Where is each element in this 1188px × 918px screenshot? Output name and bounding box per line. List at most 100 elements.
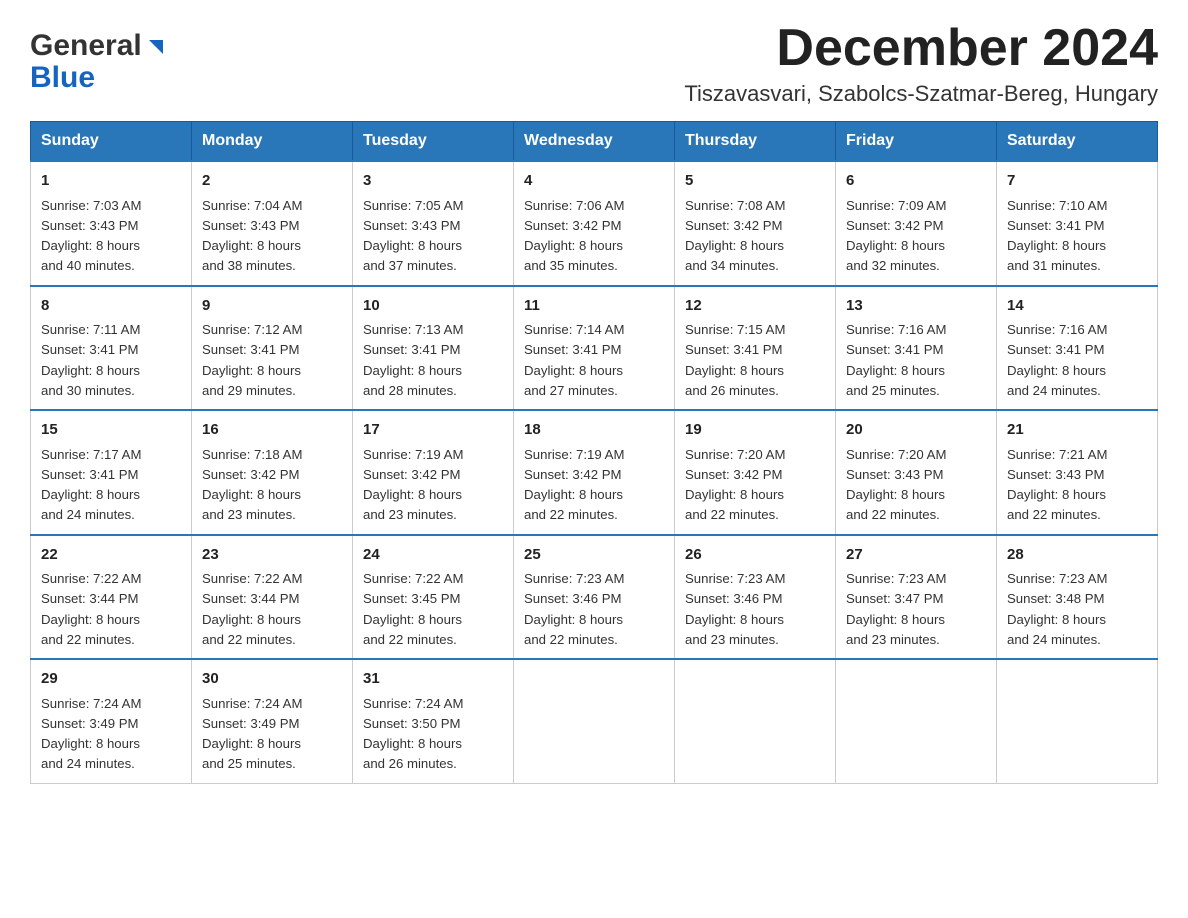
day-number: 12 [685, 295, 825, 318]
col-wednesday: Wednesday [514, 122, 675, 162]
day-number: 25 [524, 544, 664, 567]
day-info: Sunrise: 7:13 AMSunset: 3:41 PMDaylight:… [363, 322, 463, 398]
day-info: Sunrise: 7:03 AMSunset: 3:43 PMDaylight:… [41, 198, 141, 274]
day-number: 8 [41, 295, 181, 318]
day-info: Sunrise: 7:04 AMSunset: 3:43 PMDaylight:… [202, 198, 302, 274]
day-info: Sunrise: 7:24 AMSunset: 3:49 PMDaylight:… [202, 696, 302, 772]
day-info: Sunrise: 7:23 AMSunset: 3:47 PMDaylight:… [846, 571, 946, 647]
day-info: Sunrise: 7:22 AMSunset: 3:44 PMDaylight:… [202, 571, 302, 647]
table-row: 16 Sunrise: 7:18 AMSunset: 3:42 PMDaylig… [192, 410, 353, 535]
day-info: Sunrise: 7:18 AMSunset: 3:42 PMDaylight:… [202, 447, 302, 523]
calendar-week-row: 29 Sunrise: 7:24 AMSunset: 3:49 PMDaylig… [31, 659, 1158, 783]
calendar-week-row: 1 Sunrise: 7:03 AMSunset: 3:43 PMDayligh… [31, 161, 1158, 286]
logo-line1: General [30, 30, 167, 62]
day-number: 7 [1007, 170, 1147, 193]
day-number: 19 [685, 419, 825, 442]
col-saturday: Saturday [997, 122, 1158, 162]
table-row: 7 Sunrise: 7:10 AMSunset: 3:41 PMDayligh… [997, 161, 1158, 286]
day-info: Sunrise: 7:05 AMSunset: 3:43 PMDaylight:… [363, 198, 463, 274]
day-number: 9 [202, 295, 342, 318]
table-row: 24 Sunrise: 7:22 AMSunset: 3:45 PMDaylig… [353, 535, 514, 660]
day-info: Sunrise: 7:06 AMSunset: 3:42 PMDaylight:… [524, 198, 624, 274]
day-info: Sunrise: 7:16 AMSunset: 3:41 PMDaylight:… [1007, 322, 1107, 398]
day-info: Sunrise: 7:17 AMSunset: 3:41 PMDaylight:… [41, 447, 141, 523]
logo: General Blue [30, 30, 167, 93]
table-row [997, 659, 1158, 783]
day-number: 2 [202, 170, 342, 193]
col-tuesday: Tuesday [353, 122, 514, 162]
table-row: 31 Sunrise: 7:24 AMSunset: 3:50 PMDaylig… [353, 659, 514, 783]
calendar-week-row: 22 Sunrise: 7:22 AMSunset: 3:44 PMDaylig… [31, 535, 1158, 660]
day-info: Sunrise: 7:19 AMSunset: 3:42 PMDaylight:… [363, 447, 463, 523]
table-row [675, 659, 836, 783]
title-block: December 2024 Tiszavasvari, Szabolcs-Sza… [684, 20, 1158, 107]
table-row: 14 Sunrise: 7:16 AMSunset: 3:41 PMDaylig… [997, 286, 1158, 411]
day-info: Sunrise: 7:10 AMSunset: 3:41 PMDaylight:… [1007, 198, 1107, 274]
table-row: 29 Sunrise: 7:24 AMSunset: 3:49 PMDaylig… [31, 659, 192, 783]
table-row [836, 659, 997, 783]
day-info: Sunrise: 7:09 AMSunset: 3:42 PMDaylight:… [846, 198, 946, 274]
col-friday: Friday [836, 122, 997, 162]
table-row: 27 Sunrise: 7:23 AMSunset: 3:47 PMDaylig… [836, 535, 997, 660]
day-info: Sunrise: 7:11 AMSunset: 3:41 PMDaylight:… [41, 322, 140, 398]
table-row: 15 Sunrise: 7:17 AMSunset: 3:41 PMDaylig… [31, 410, 192, 535]
col-thursday: Thursday [675, 122, 836, 162]
day-number: 23 [202, 544, 342, 567]
table-row: 18 Sunrise: 7:19 AMSunset: 3:42 PMDaylig… [514, 410, 675, 535]
day-number: 24 [363, 544, 503, 567]
table-row: 19 Sunrise: 7:20 AMSunset: 3:42 PMDaylig… [675, 410, 836, 535]
day-number: 5 [685, 170, 825, 193]
logo-line2: Blue [30, 62, 167, 94]
col-sunday: Sunday [31, 122, 192, 162]
calendar-week-row: 15 Sunrise: 7:17 AMSunset: 3:41 PMDaylig… [31, 410, 1158, 535]
day-info: Sunrise: 7:23 AMSunset: 3:46 PMDaylight:… [524, 571, 624, 647]
table-row: 5 Sunrise: 7:08 AMSunset: 3:42 PMDayligh… [675, 161, 836, 286]
day-number: 15 [41, 419, 181, 442]
table-row: 10 Sunrise: 7:13 AMSunset: 3:41 PMDaylig… [353, 286, 514, 411]
day-number: 27 [846, 544, 986, 567]
day-number: 1 [41, 170, 181, 193]
table-row: 9 Sunrise: 7:12 AMSunset: 3:41 PMDayligh… [192, 286, 353, 411]
day-info: Sunrise: 7:21 AMSunset: 3:43 PMDaylight:… [1007, 447, 1107, 523]
day-info: Sunrise: 7:20 AMSunset: 3:42 PMDaylight:… [685, 447, 785, 523]
day-number: 26 [685, 544, 825, 567]
table-row: 13 Sunrise: 7:16 AMSunset: 3:41 PMDaylig… [836, 286, 997, 411]
table-row: 4 Sunrise: 7:06 AMSunset: 3:42 PMDayligh… [514, 161, 675, 286]
day-number: 17 [363, 419, 503, 442]
day-number: 14 [1007, 295, 1147, 318]
table-row: 30 Sunrise: 7:24 AMSunset: 3:49 PMDaylig… [192, 659, 353, 783]
calendar-subtitle: Tiszavasvari, Szabolcs-Szatmar-Bereg, Hu… [684, 81, 1158, 107]
table-row: 22 Sunrise: 7:22 AMSunset: 3:44 PMDaylig… [31, 535, 192, 660]
day-number: 11 [524, 295, 664, 318]
day-number: 29 [41, 668, 181, 691]
table-row: 28 Sunrise: 7:23 AMSunset: 3:48 PMDaylig… [997, 535, 1158, 660]
table-row: 8 Sunrise: 7:11 AMSunset: 3:41 PMDayligh… [31, 286, 192, 411]
day-number: 30 [202, 668, 342, 691]
day-info: Sunrise: 7:22 AMSunset: 3:45 PMDaylight:… [363, 571, 463, 647]
table-row: 17 Sunrise: 7:19 AMSunset: 3:42 PMDaylig… [353, 410, 514, 535]
calendar-title: December 2024 [684, 20, 1158, 77]
table-row: 23 Sunrise: 7:22 AMSunset: 3:44 PMDaylig… [192, 535, 353, 660]
day-info: Sunrise: 7:14 AMSunset: 3:41 PMDaylight:… [524, 322, 624, 398]
day-number: 22 [41, 544, 181, 567]
table-row: 25 Sunrise: 7:23 AMSunset: 3:46 PMDaylig… [514, 535, 675, 660]
table-row: 6 Sunrise: 7:09 AMSunset: 3:42 PMDayligh… [836, 161, 997, 286]
table-row: 1 Sunrise: 7:03 AMSunset: 3:43 PMDayligh… [31, 161, 192, 286]
calendar-table: Sunday Monday Tuesday Wednesday Thursday… [30, 121, 1158, 784]
day-info: Sunrise: 7:16 AMSunset: 3:41 PMDaylight:… [846, 322, 946, 398]
day-info: Sunrise: 7:22 AMSunset: 3:44 PMDaylight:… [41, 571, 141, 647]
day-number: 4 [524, 170, 664, 193]
day-number: 3 [363, 170, 503, 193]
calendar-header-row: Sunday Monday Tuesday Wednesday Thursday… [31, 122, 1158, 162]
day-number: 6 [846, 170, 986, 193]
day-number: 28 [1007, 544, 1147, 567]
table-row: 21 Sunrise: 7:21 AMSunset: 3:43 PMDaylig… [997, 410, 1158, 535]
table-row: 20 Sunrise: 7:20 AMSunset: 3:43 PMDaylig… [836, 410, 997, 535]
day-info: Sunrise: 7:20 AMSunset: 3:43 PMDaylight:… [846, 447, 946, 523]
day-info: Sunrise: 7:15 AMSunset: 3:41 PMDaylight:… [685, 322, 785, 398]
day-number: 20 [846, 419, 986, 442]
day-number: 13 [846, 295, 986, 318]
day-info: Sunrise: 7:23 AMSunset: 3:48 PMDaylight:… [1007, 571, 1107, 647]
day-info: Sunrise: 7:24 AMSunset: 3:50 PMDaylight:… [363, 696, 463, 772]
day-number: 16 [202, 419, 342, 442]
